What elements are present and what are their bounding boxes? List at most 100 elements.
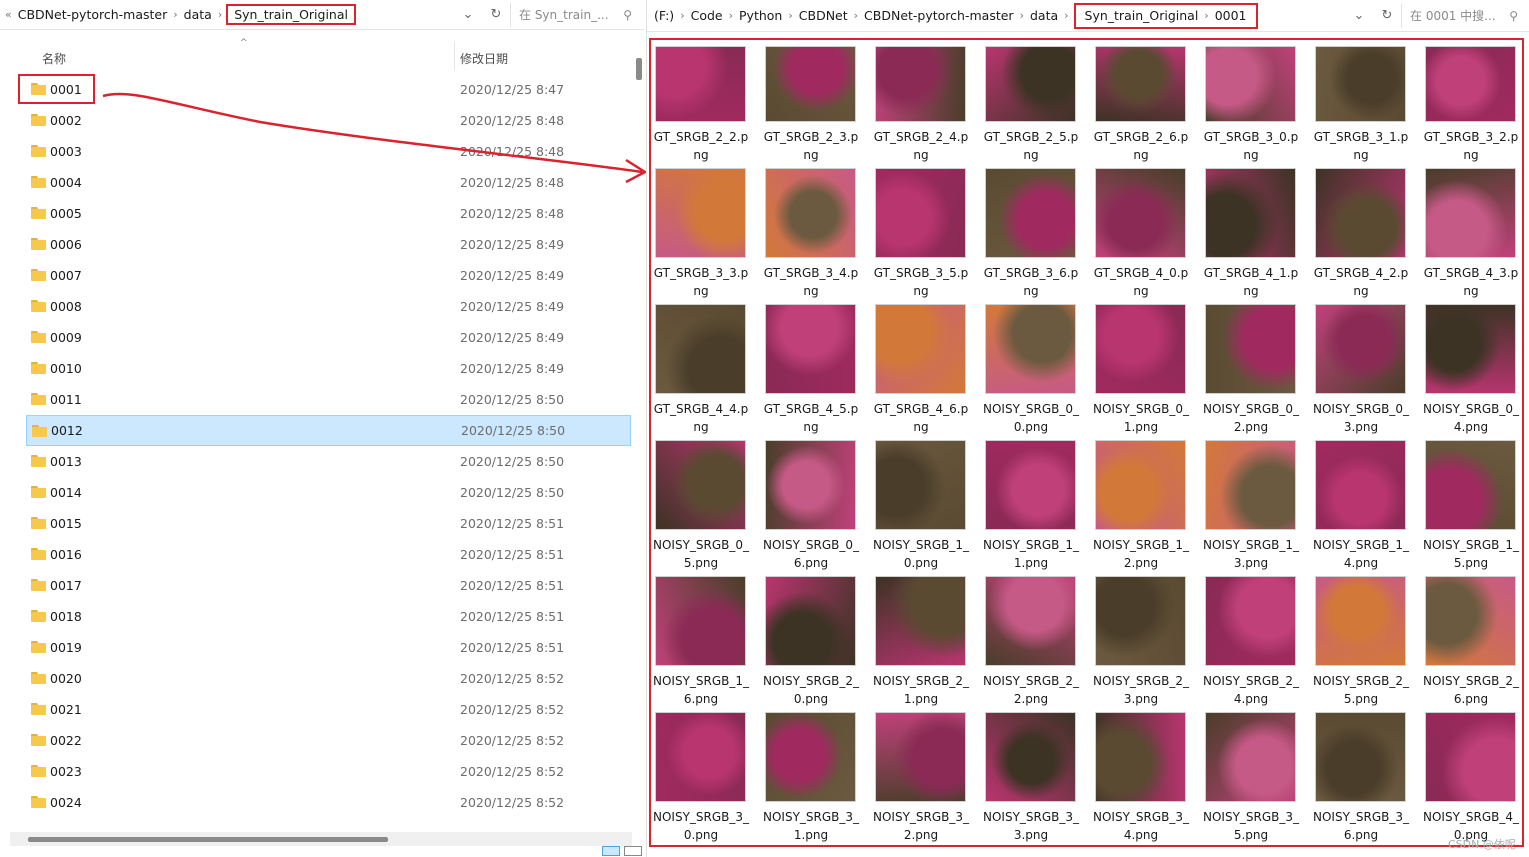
crumb-drive-f[interactable]: (F:) [651, 8, 677, 23]
chevron-left-overflow-icon[interactable]: « [2, 8, 15, 21]
crumb-code[interactable]: Code [688, 8, 726, 23]
folder-row[interactable]: 0015 2020/12/25 8:51 [26, 508, 631, 539]
file-thumbnail-item[interactable]: NOISY_SRGB_1_ 3.png [1203, 440, 1315, 576]
file-thumbnail-item[interactable]: NOISY_SRGB_3_ 1.png [763, 712, 875, 848]
file-thumbnail-item[interactable]: NOISY_SRGB_2_ 6.png [1423, 576, 1529, 712]
folder-row[interactable]: 0005 2020/12/25 8:48 [26, 198, 631, 229]
file-thumbnail-item[interactable]: NOISY_SRGB_2_ 4.png [1203, 576, 1315, 712]
file-thumbnail-item[interactable]: NOISY_SRGB_2_ 5.png [1313, 576, 1425, 712]
file-thumbnail-item[interactable]: GT_SRGB_2_2.p ng [654, 46, 765, 168]
file-thumbnail-item[interactable]: GT_SRGB_3_3.p ng [654, 168, 765, 304]
crumb-cbdnet[interactable]: CBDNet [796, 8, 851, 23]
file-thumbnail-item[interactable]: GT_SRGB_2_4.p ng [874, 46, 985, 168]
folder-row[interactable]: 0004 2020/12/25 8:48 [26, 167, 631, 198]
folder-row[interactable]: 0020 2020/12/25 8:52 [26, 663, 631, 694]
folder-row[interactable]: 0003 2020/12/25 8:48 [26, 136, 631, 167]
folder-row[interactable]: 0019 2020/12/25 8:51 [26, 632, 631, 663]
crumb-syn-train-original[interactable]: Syn_train_Original [226, 4, 356, 25]
large-icons-view-icon[interactable] [624, 846, 642, 856]
folder-row[interactable]: 0018 2020/12/25 8:51 [26, 601, 631, 632]
file-thumbnail-item[interactable]: GT_SRGB_3_5.p ng [874, 168, 985, 304]
file-thumbnail-item[interactable]: NOISY_SRGB_2_ 2.png [983, 576, 1095, 712]
chevron-right-icon[interactable]: › [726, 9, 736, 22]
file-thumbnail-item[interactable]: GT_SRGB_4_4.p ng [654, 304, 765, 440]
history-dropdown-chevron-icon[interactable]: ⌄ [454, 1, 482, 29]
chevron-right-icon[interactable]: › [1201, 9, 1211, 22]
folder-row[interactable]: 0006 2020/12/25 8:49 [26, 229, 631, 260]
crumb-data[interactable]: data [181, 7, 215, 22]
folder-row[interactable]: 0022 2020/12/25 8:52 [26, 725, 631, 756]
chevron-right-icon[interactable]: › [1061, 9, 1071, 22]
file-thumbnail-item[interactable]: NOISY_SRGB_3_ 4.png [1093, 712, 1205, 848]
file-thumbnail-item[interactable]: NOISY_SRGB_0_ 1.png [1093, 304, 1205, 440]
file-thumbnail-item[interactable]: NOISY_SRGB_2_ 0.png [763, 576, 875, 712]
horizontal-scrollbar-thumb[interactable] [28, 837, 388, 842]
folder-row[interactable]: 0001 2020/12/25 8:47 [26, 74, 631, 105]
file-thumbnail-item[interactable]: NOISY_SRGB_1_ 4.png [1313, 440, 1425, 576]
file-thumbnail-item[interactable]: GT_SRGB_2_6.p ng [1094, 46, 1205, 168]
file-thumbnail-item[interactable]: NOISY_SRGB_3_ 0.png [653, 712, 765, 848]
file-thumbnail-item[interactable]: NOISY_SRGB_0_ 4.png [1423, 304, 1529, 440]
crumb-cbdnet-master[interactable]: CBDNet-pytorch-master [15, 7, 171, 22]
file-thumbnail-item[interactable]: NOISY_SRGB_0_ 3.png [1313, 304, 1425, 440]
file-thumbnail-item[interactable]: NOISY_SRGB_1_ 6.png [653, 576, 765, 712]
chevron-right-icon[interactable]: › [1017, 9, 1027, 22]
file-thumbnail-item[interactable]: NOISY_SRGB_0_ 6.png [763, 440, 875, 576]
folder-row[interactable]: 0023 2020/12/25 8:52 [26, 756, 631, 787]
right-search-box[interactable]: 在 0001 中搜... ⚲ [1401, 3, 1526, 28]
folder-row[interactable]: 0024 2020/12/25 8:52 [26, 787, 631, 818]
crumb-data[interactable]: data [1027, 8, 1061, 23]
chevron-right-icon[interactable]: › [785, 9, 795, 22]
file-thumbnail-item[interactable]: NOISY_SRGB_3_ 2.png [873, 712, 985, 848]
left-breadcrumb[interactable]: « CBDNet-pytorch-master › data › Syn_tra… [0, 0, 454, 30]
vertical-scrollbar-thumb[interactable] [636, 58, 642, 80]
file-thumbnail-item[interactable]: GT_SRGB_3_4.p ng [764, 168, 875, 304]
file-thumbnail-item[interactable]: GT_SRGB_3_6.p ng [984, 168, 1095, 304]
file-thumbnail-item[interactable]: NOISY_SRGB_3_ 3.png [983, 712, 1095, 848]
file-thumbnail-item[interactable]: GT_SRGB_2_3.p ng [764, 46, 875, 168]
folder-row[interactable]: 0021 2020/12/25 8:52 [26, 694, 631, 725]
column-divider[interactable] [454, 42, 455, 70]
file-thumbnail-item[interactable]: NOISY_SRGB_1_ 0.png [873, 440, 985, 576]
folder-row[interactable]: 0009 2020/12/25 8:49 [26, 322, 631, 353]
left-search-box[interactable]: 在 Syn_train_... ⚲ [510, 2, 640, 27]
file-thumbnail-item[interactable]: GT_SRGB_4_6.p ng [874, 304, 985, 440]
file-thumbnail-item[interactable]: NOISY_SRGB_2_ 1.png [873, 576, 985, 712]
folder-row[interactable]: 0008 2020/12/25 8:49 [26, 291, 631, 322]
file-thumbnail-item[interactable]: GT_SRGB_4_5.p ng [764, 304, 875, 440]
chevron-right-icon[interactable]: › [170, 8, 180, 21]
file-thumbnail-item[interactable]: GT_SRGB_3_2.p ng [1424, 46, 1529, 168]
chevron-right-icon[interactable]: › [851, 9, 861, 22]
chevron-right-icon[interactable]: › [677, 9, 687, 22]
file-thumbnail-item[interactable]: GT_SRGB_4_2.p ng [1314, 168, 1425, 304]
right-breadcrumb[interactable]: (F:) › Code › Python › CBDNet › CBDNet-p… [647, 0, 1345, 32]
folder-row[interactable]: 0002 2020/12/25 8:48 [26, 105, 631, 136]
file-thumbnail-item[interactable]: GT_SRGB_4_1.p ng [1204, 168, 1315, 304]
file-thumbnail-item[interactable]: GT_SRGB_4_0.p ng [1094, 168, 1205, 304]
file-thumbnail-item[interactable]: NOISY_SRGB_1_ 5.png [1423, 440, 1529, 576]
crumb-python[interactable]: Python [736, 8, 785, 23]
crumb-syn-train-original[interactable]: Syn_train_Original [1082, 8, 1202, 23]
folder-row[interactable]: 0010 2020/12/25 8:49 [26, 353, 631, 384]
file-thumbnail-item[interactable]: GT_SRGB_2_5.p ng [984, 46, 1095, 168]
folder-row[interactable]: 0014 2020/12/25 8:50 [26, 477, 631, 508]
file-thumbnail-item[interactable]: NOISY_SRGB_1_ 2.png [1093, 440, 1205, 576]
file-thumbnail-item[interactable]: NOISY_SRGB_0_ 5.png [653, 440, 765, 576]
file-thumbnail-item[interactable]: NOISY_SRGB_0_ 0.png [983, 304, 1095, 440]
file-thumbnail-item[interactable]: NOISY_SRGB_3_ 5.png [1203, 712, 1315, 848]
chevron-right-icon[interactable]: › [215, 8, 225, 21]
folder-row[interactable]: 0013 2020/12/25 8:50 [26, 446, 631, 477]
refresh-icon[interactable]: ↻ [482, 1, 510, 29]
file-thumbnail-item[interactable]: NOISY_SRGB_1_ 1.png [983, 440, 1095, 576]
file-thumbnail-item[interactable]: NOISY_SRGB_2_ 3.png [1093, 576, 1205, 712]
details-view-icon[interactable] [602, 846, 620, 856]
file-thumbnail-item[interactable]: NOISY_SRGB_3_ 6.png [1313, 712, 1425, 848]
crumb-0001[interactable]: 0001 [1212, 8, 1250, 23]
folder-row[interactable]: 0011 2020/12/25 8:50 [26, 384, 631, 415]
folder-row[interactable]: 0012 2020/12/25 8:50 [26, 415, 631, 446]
folder-row[interactable]: 0016 2020/12/25 8:51 [26, 539, 631, 570]
file-thumbnail-item[interactable]: NOISY_SRGB_4_ 0.png [1423, 712, 1529, 848]
file-thumbnail-item[interactable]: GT_SRGB_3_0.p ng [1204, 46, 1315, 168]
history-dropdown-chevron-icon[interactable]: ⌄ [1345, 2, 1373, 30]
file-thumbnail-item[interactable]: NOISY_SRGB_0_ 2.png [1203, 304, 1315, 440]
